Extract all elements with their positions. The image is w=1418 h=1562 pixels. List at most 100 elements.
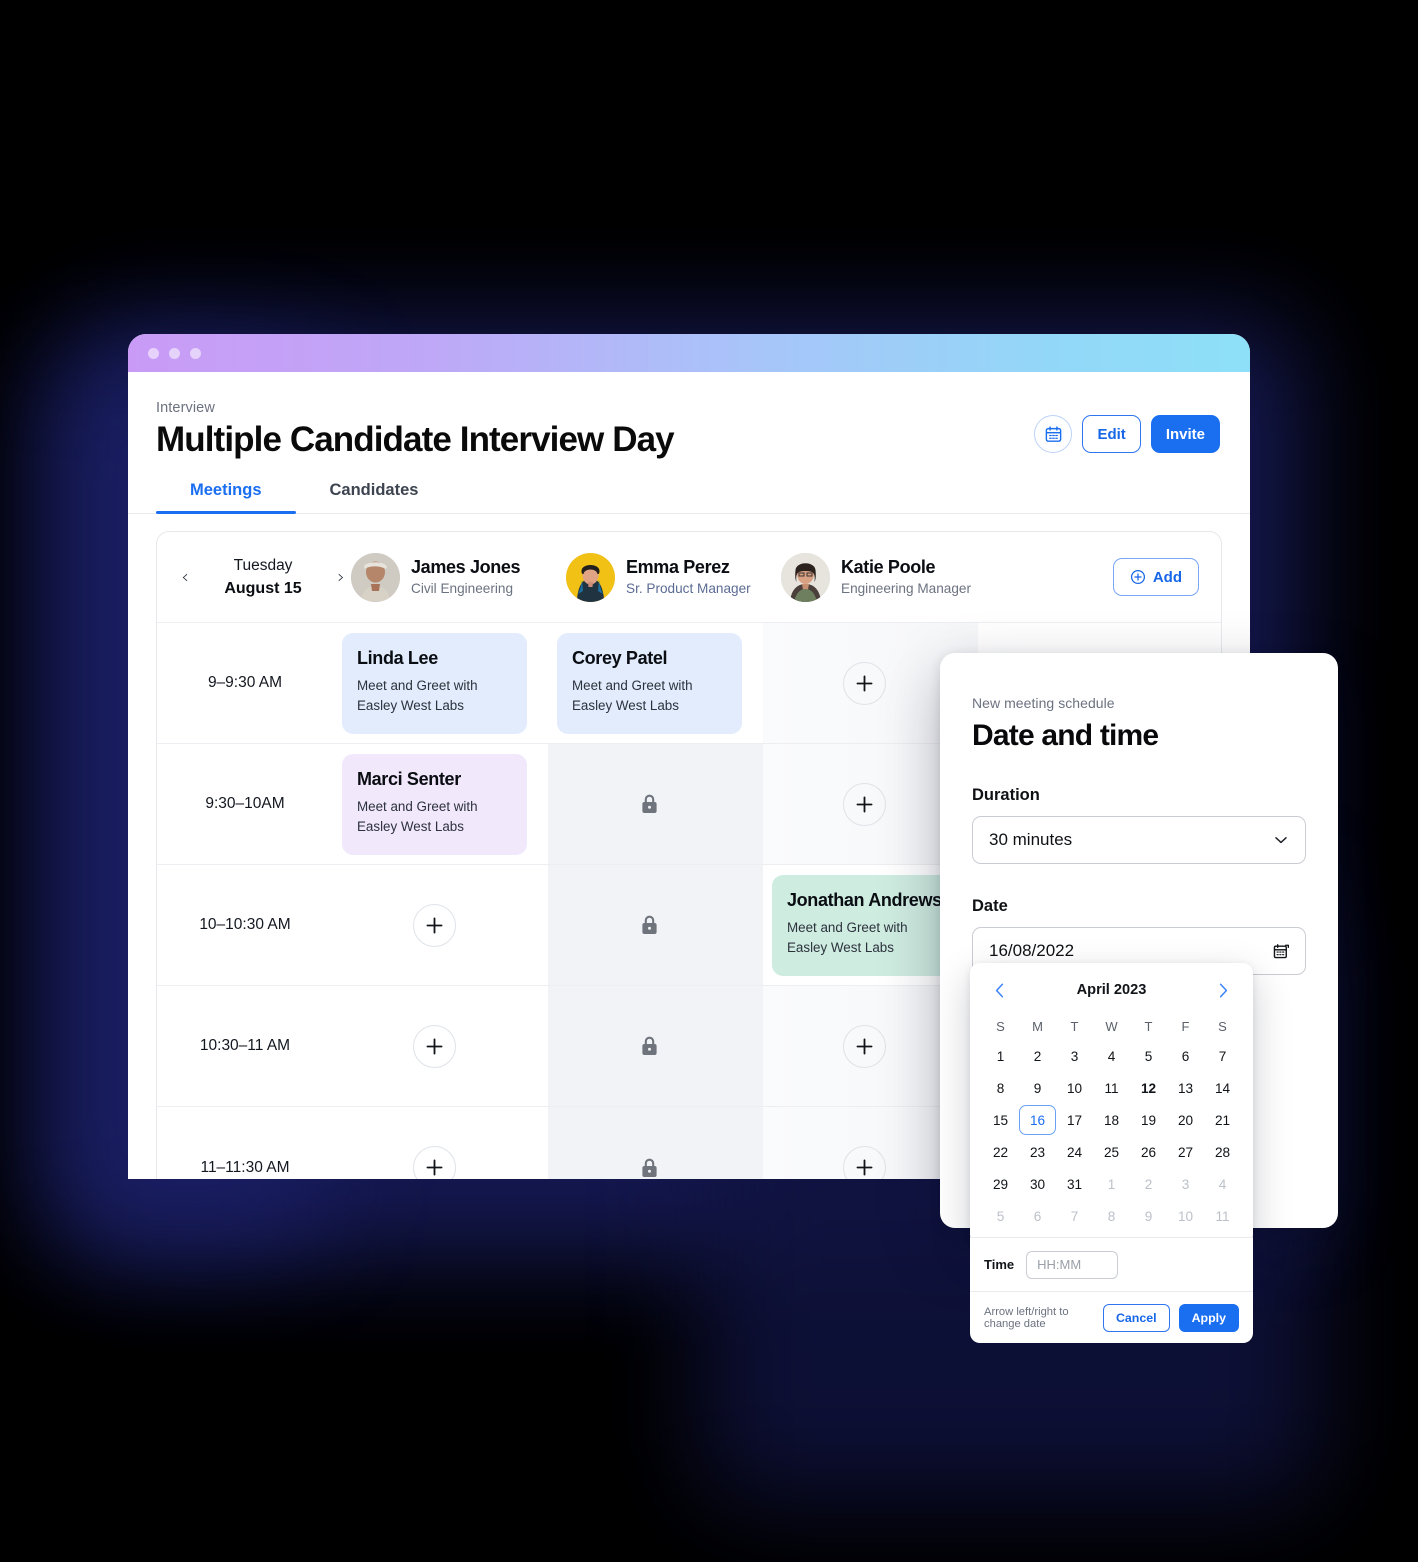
calendar-day[interactable]: 29 bbox=[982, 1169, 1019, 1199]
calendar-day[interactable]: 5 bbox=[982, 1201, 1019, 1231]
day-navigator: ‹ Tuesday August 15 › bbox=[175, 555, 351, 599]
plus-icon bbox=[856, 796, 873, 813]
invite-button[interactable]: Invite bbox=[1150, 415, 1220, 454]
meeting-card[interactable]: Jonathan Andrews Meet and Greet with Easl… bbox=[772, 874, 957, 976]
add-meeting-button[interactable] bbox=[413, 1024, 456, 1068]
calendar-day[interactable]: 20 bbox=[1167, 1105, 1204, 1135]
plus-icon bbox=[426, 1159, 443, 1176]
slot-time: 10:30–11 AM bbox=[199, 1037, 291, 1055]
calendar-day[interactable]: 21 bbox=[1204, 1105, 1241, 1135]
calendar-day[interactable]: 2 bbox=[1130, 1169, 1167, 1199]
apply-button[interactable]: Apply bbox=[1178, 1303, 1239, 1332]
calendar-day[interactable]: 11 bbox=[1093, 1073, 1130, 1103]
calendar-day[interactable]: 23 bbox=[1019, 1137, 1056, 1167]
close-dot[interactable] bbox=[148, 347, 159, 359]
calendar-day[interactable]: 9 bbox=[1019, 1073, 1056, 1103]
calendar-day[interactable]: 12 bbox=[1130, 1073, 1167, 1103]
calendar-header: April 2023 bbox=[982, 979, 1241, 1001]
calendar-day[interactable]: 8 bbox=[982, 1073, 1019, 1103]
calendar-month-label: April 2023 bbox=[1076, 982, 1147, 998]
time-label: Time bbox=[984, 1257, 1015, 1272]
calendar-day[interactable]: 1 bbox=[1093, 1169, 1130, 1199]
cancel-button[interactable]: Cancel bbox=[1102, 1303, 1170, 1332]
calendar-day[interactable]: 4 bbox=[1204, 1169, 1241, 1199]
lock-icon bbox=[642, 1158, 657, 1177]
interviewer-james-jones-text: James Jones Civil Engineering bbox=[411, 556, 521, 599]
calendar-day[interactable]: 25 bbox=[1093, 1137, 1130, 1167]
calendar-day[interactable]: 11 bbox=[1204, 1201, 1241, 1231]
calendar-day[interactable]: 18 bbox=[1093, 1105, 1130, 1135]
calendar-day[interactable]: 24 bbox=[1056, 1137, 1093, 1167]
add-meeting-button[interactable] bbox=[413, 903, 456, 947]
avatar-james-jones-art bbox=[351, 552, 400, 602]
schedule-cell-empty bbox=[333, 865, 548, 985]
chevron-down-icon bbox=[1271, 830, 1291, 850]
minimize-dot[interactable] bbox=[169, 347, 180, 359]
calendar-day[interactable]: 31 bbox=[1056, 1169, 1093, 1199]
calendar-day[interactable]: 1 bbox=[982, 1041, 1019, 1071]
slot-time: 10–10:30 AM bbox=[199, 916, 291, 934]
add-interviewer-button[interactable]: Add bbox=[1112, 558, 1199, 597]
calendar-day[interactable]: 30 bbox=[1019, 1169, 1056, 1199]
calendar-day-selected[interactable]: 16 bbox=[1019, 1105, 1056, 1135]
meeting-card[interactable]: Corey Patel Meet and Greet with Easley We… bbox=[557, 632, 742, 734]
add-meeting-button[interactable] bbox=[413, 1146, 456, 1179]
calendar-day[interactable]: 2 bbox=[1019, 1041, 1056, 1071]
maximize-dot[interactable] bbox=[190, 347, 201, 359]
chevron-right-icon bbox=[1220, 983, 1228, 997]
chevron-left-icon bbox=[995, 983, 1003, 997]
plus-icon bbox=[856, 1038, 873, 1055]
calendar-day[interactable]: 10 bbox=[1167, 1201, 1204, 1231]
calendar-day[interactable]: 14 bbox=[1204, 1073, 1241, 1103]
calendar-day[interactable]: 3 bbox=[1056, 1041, 1093, 1071]
calendar-day[interactable]: 7 bbox=[1056, 1201, 1093, 1231]
calendar-day[interactable]: 6 bbox=[1019, 1201, 1056, 1231]
add-meeting-button[interactable] bbox=[843, 782, 886, 826]
meeting-card-subtitle: Meet and Greet with Easley West Labs bbox=[787, 920, 908, 956]
calendar-next-button[interactable] bbox=[1213, 979, 1235, 1001]
header-titles: Interview Multiple Candidate Interview D… bbox=[156, 400, 675, 459]
duration-select[interactable]: 30 minutes bbox=[972, 816, 1306, 864]
header-actions: Edit Invite bbox=[1034, 415, 1220, 459]
tab-candidates[interactable]: Candidates bbox=[296, 481, 453, 513]
meeting-card[interactable]: Linda Lee Meet and Greet with Easley West… bbox=[342, 632, 527, 734]
calendar-day[interactable]: 6 bbox=[1167, 1041, 1204, 1071]
add-meeting-button[interactable] bbox=[843, 1024, 886, 1068]
date-value: 16/08/2022 bbox=[989, 941, 1075, 960]
calendar-day[interactable]: 26 bbox=[1130, 1137, 1167, 1167]
edit-button[interactable]: Edit bbox=[1082, 415, 1141, 454]
add-meeting-button[interactable] bbox=[843, 661, 886, 705]
calendar-day[interactable]: 3 bbox=[1167, 1169, 1204, 1199]
avatar-emma-perez-art bbox=[566, 552, 615, 602]
prev-day-button[interactable]: ‹ bbox=[175, 564, 195, 590]
calendar-day[interactable]: 19 bbox=[1130, 1105, 1167, 1135]
tab-meetings[interactable]: Meetings bbox=[156, 481, 296, 515]
calendar-day[interactable]: 13 bbox=[1167, 1073, 1204, 1103]
calendar-day[interactable]: 7 bbox=[1204, 1041, 1241, 1071]
calendar-dow: M bbox=[1032, 1018, 1043, 1034]
day-weekday: Tuesday bbox=[233, 557, 293, 575]
interviewer-emma-perez-text: Emma Perez Sr. Product Manager bbox=[626, 556, 751, 599]
calendar-prev-button[interactable] bbox=[988, 979, 1010, 1001]
calendar-day[interactable]: 5 bbox=[1130, 1041, 1167, 1071]
interviewer-emma-perez[interactable]: Emma Perez Sr. Product Manager bbox=[566, 552, 781, 602]
interviewer-katie-poole[interactable]: Katie Poole Engineering Manager bbox=[781, 552, 996, 602]
interviewer-katie-poole-text: Katie Poole Engineering Manager bbox=[841, 556, 971, 599]
next-day-button[interactable]: › bbox=[331, 564, 351, 590]
calendar-day[interactable]: 15 bbox=[982, 1105, 1019, 1135]
interviewer-james-jones[interactable]: James Jones Civil Engineering bbox=[351, 552, 566, 602]
meeting-card[interactable]: Marci Senter Meet and Greet with Easley W… bbox=[342, 753, 527, 855]
time-input[interactable]: HH:MM bbox=[1026, 1250, 1119, 1279]
add-meeting-button[interactable] bbox=[843, 1146, 886, 1179]
calendar-grid: S M T W T F S 1 2 3 4 5 6 7 8 9 10 11 12 13 14 15 16 17 18 19 20 21… bbox=[982, 1013, 1241, 1231]
calendar-day[interactable]: 10 bbox=[1056, 1073, 1093, 1103]
calendar-day[interactable]: 28 bbox=[1204, 1137, 1241, 1167]
calendar-day[interactable]: 9 bbox=[1130, 1201, 1167, 1231]
calendar-day[interactable]: 8 bbox=[1093, 1201, 1130, 1231]
calendar-icon bbox=[1272, 942, 1291, 961]
calendar-day[interactable]: 17 bbox=[1056, 1105, 1093, 1135]
calendar-day[interactable]: 22 bbox=[982, 1137, 1019, 1167]
calendar-button[interactable] bbox=[1034, 415, 1073, 454]
calendar-day[interactable]: 27 bbox=[1167, 1137, 1204, 1167]
calendar-day[interactable]: 4 bbox=[1093, 1041, 1130, 1071]
